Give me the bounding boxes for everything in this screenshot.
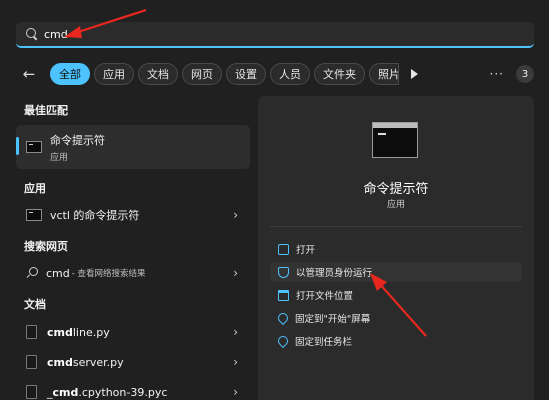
action-open-file-location[interactable]: 打开文件位置 [270,285,522,305]
result-title: 命令提示符 [50,133,105,147]
pin-icon [275,310,291,326]
filter-chip-web[interactable]: 网页 [182,63,222,85]
action-label: 打开文件位置 [296,291,354,302]
detail-pane: 命令提示符 应用 打开 以管理员身份运行 打开文件位置 固定到"开始"屏幕 固定… [258,96,534,400]
filter-chip-folders[interactable]: 文件夹 [314,63,365,85]
result-subtitle: 应用 [50,152,69,163]
action-pin-to-taskbar[interactable]: 固定到任务栏 [270,331,522,351]
shield-icon [278,266,289,278]
section-web: 搜索网页 [24,240,68,253]
open-icon [278,243,289,255]
chevron-right-icon[interactable]: › [233,208,238,222]
search-bar[interactable] [16,22,534,48]
doc-name-rest: .cpython-39.pyc [78,385,168,399]
filter-chip-people[interactable]: 人员 [270,63,310,85]
chevron-right-icon[interactable]: › [233,266,238,280]
more-options-icon[interactable]: ··· [490,67,504,81]
section-documents: 文档 [24,298,46,311]
detail-app-name: 命令提示符 [363,182,429,197]
divider [270,226,522,227]
filter-chip-documents[interactable]: 文档 [138,63,178,85]
action-run-as-admin[interactable]: 以管理员身份运行 [270,262,522,282]
action-open[interactable]: 打开 [270,239,522,259]
back-arrow-icon[interactable]: ← [16,63,42,85]
filter-bar: ← 全部 应用 文档 网页 设置 人员 文件夹 照片 ··· 3 [16,62,534,86]
filter-chip-apps[interactable]: 应用 [94,63,134,85]
action-label: 固定到"开始"屏幕 [295,314,371,325]
result-best-match[interactable]: 命令提示符 应用 [16,125,250,169]
terminal-icon [372,122,418,158]
pin-icon [275,333,291,349]
doc-name-match: cmd [47,325,73,339]
chevron-right-icon[interactable]: › [233,355,238,369]
chevron-right-icon[interactable]: › [233,325,238,339]
web-suffix: - 查看网络搜索结果 [71,269,146,279]
python-file-icon [26,325,37,339]
detail-app-type: 应用 [386,200,405,210]
section-apps: 应用 [24,182,46,195]
web-query: cmd [46,266,70,280]
doc-name-match: cmd [52,385,79,399]
search-icon [26,267,38,279]
result-app-vctl[interactable]: vctl 的命令提示符 › [16,202,250,228]
folder-icon [278,289,289,301]
result-doc-cmd-pyc[interactable]: _cmd.cpython-39.pyc › [16,379,250,400]
doc-name-rest: server.py [72,355,124,369]
result-doc-cmdserver[interactable]: cmdserver.py › [16,349,250,375]
filter-chip-all[interactable]: 全部 [50,63,90,85]
action-pin-to-start[interactable]: 固定到"开始"屏幕 [270,308,522,328]
result-title: vctl 的命令提示符 [50,209,140,222]
python-file-icon [26,355,37,369]
terminal-icon [26,209,42,221]
doc-name-match: cmd [47,355,73,369]
doc-name-rest: line.py [72,325,110,339]
section-best-match: 最佳匹配 [24,104,68,117]
filter-chip-settings[interactable]: 设置 [226,63,266,85]
action-label: 打开 [296,245,316,256]
action-label: 固定到任务栏 [295,337,353,348]
chevron-right-icon[interactable]: › [233,385,238,399]
result-web-search[interactable]: cmd - 查看网络搜索结果 › [16,260,250,286]
action-label: 以管理员身份运行 [296,268,373,279]
search-input[interactable] [44,27,344,41]
result-doc-cmdline[interactable]: cmdline.py › [16,319,250,345]
search-icon [26,28,38,40]
file-icon [26,385,37,399]
filter-chip-photos[interactable]: 照片 [369,63,399,85]
scroll-right-icon[interactable] [411,69,418,79]
terminal-icon [26,141,42,153]
count-badge[interactable]: 3 [516,65,534,83]
